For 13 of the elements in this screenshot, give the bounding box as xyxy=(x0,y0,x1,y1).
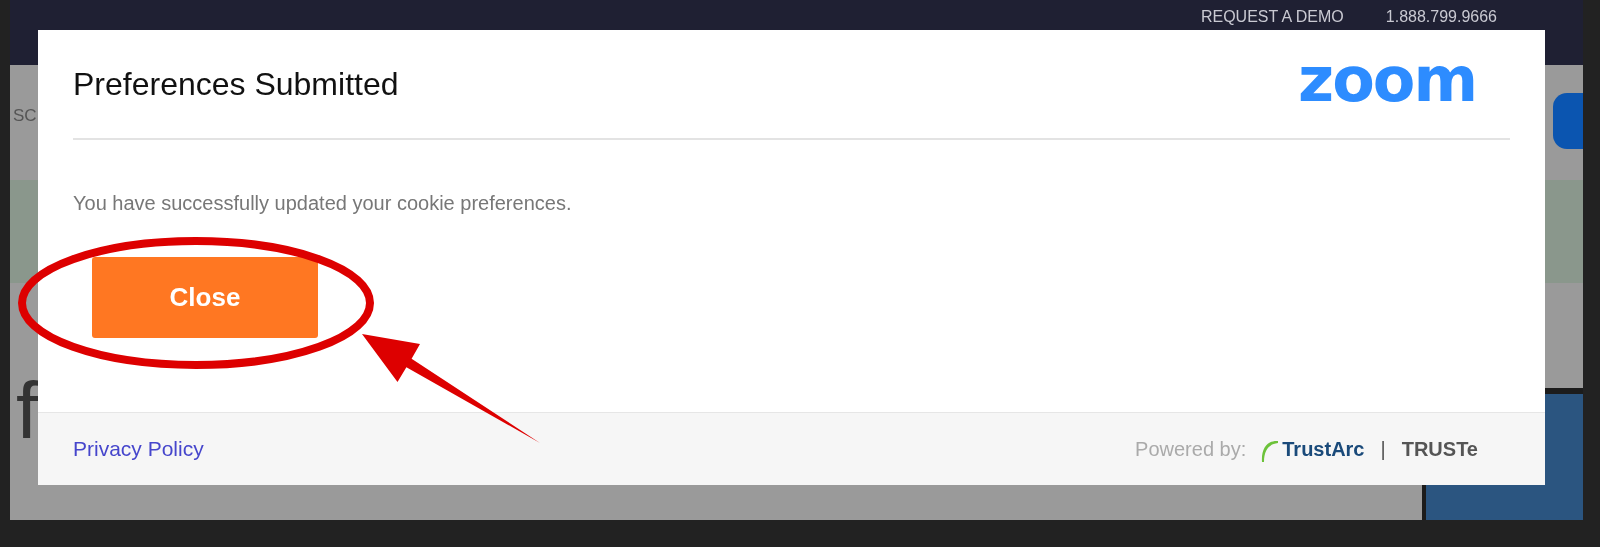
section-label: SC xyxy=(13,107,37,124)
brand-separator: | xyxy=(1380,437,1386,462)
zoom-logo: zoom xyxy=(1298,49,1476,111)
nav-link[interactable]: REQUEST A DEMO xyxy=(1200,9,1344,25)
trustarc-brand: TrustArc xyxy=(1282,437,1365,462)
powered-by-label: Powered by: xyxy=(1135,437,1247,462)
heading-fragment: f xyxy=(16,371,39,451)
side-button[interactable] xyxy=(1553,93,1583,149)
nav-link[interactable]: 1.888.799.9666 xyxy=(1385,9,1497,25)
dialog-title: Preferences Submitted xyxy=(73,65,399,104)
truste-brand: TRUSTe xyxy=(1401,437,1478,462)
privacy-policy-link[interactable]: Privacy Policy xyxy=(73,433,204,465)
dialog-message: You have successfully updated your cookie preferences. xyxy=(73,191,573,216)
